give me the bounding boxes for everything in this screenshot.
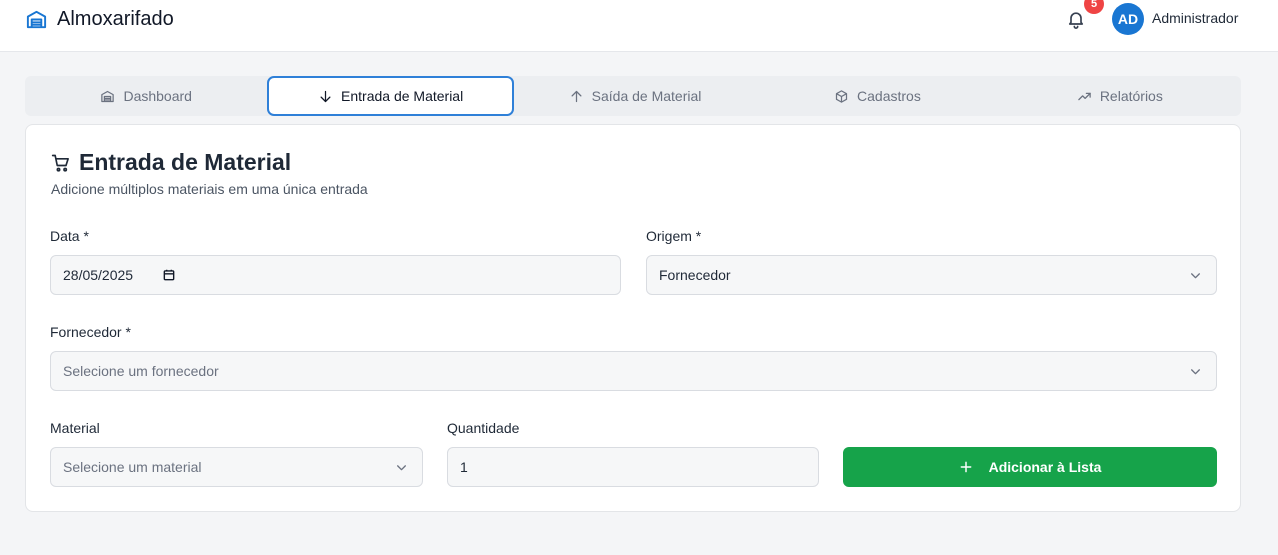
chevron-down-icon — [1191, 273, 1200, 279]
date-field[interactable]: 28/05/2025 — [50, 255, 621, 295]
tab-label: Dashboard — [123, 88, 192, 104]
notification-badge: 5 — [1084, 0, 1104, 14]
user-name[interactable]: Administrador — [1152, 10, 1238, 26]
add-to-list-button[interactable]: Adicionar à Lista — [843, 447, 1217, 487]
shopping-cart-icon — [51, 154, 69, 172]
add-button-label: Adicionar à Lista — [988, 459, 1102, 475]
tab-saida-de-material[interactable]: Saída de Material — [514, 76, 756, 116]
plus-icon — [960, 461, 971, 473]
arrow-up-icon — [571, 90, 582, 102]
tab-entrada-de-material[interactable]: Entrada de Material — [267, 76, 514, 116]
warehouse-icon — [26, 10, 47, 28]
tab-label: Cadastros — [857, 88, 921, 104]
brand[interactable]: Almoxarifado — [25, 7, 174, 31]
data-label: Data * — [50, 228, 89, 244]
quantidade-input[interactable]: 1 — [447, 447, 819, 487]
chevron-down-icon — [1191, 369, 1200, 375]
origem-label: Origem * — [646, 228, 702, 244]
quantidade-value: 1 — [460, 459, 468, 475]
material-select[interactable]: Selecione um material — [50, 447, 423, 487]
calendar-icon[interactable] — [162, 268, 176, 282]
app-title: Almoxarifado — [57, 7, 174, 30]
date-value: 28/05/2025 — [63, 267, 134, 283]
page-title: Entrada de Material — [79, 149, 292, 175]
quantidade-label: Quantidade — [447, 420, 520, 436]
origem-value: Fornecedor — [659, 267, 731, 283]
tab-cadastros[interactable]: Cadastros — [756, 76, 998, 116]
card-header: Entrada de Material — [51, 149, 291, 176]
box-icon — [835, 89, 848, 103]
material-placeholder: Selecione um material — [63, 459, 202, 475]
tab-dashboard[interactable]: Dashboard — [25, 76, 267, 116]
top-bar: Almoxarifado 5 AD Administrador — [0, 0, 1278, 52]
fornecedor-placeholder: Selecione um fornecedor — [63, 363, 219, 379]
entrada-form-card: Entrada de Material Adicione múltiplos m… — [25, 124, 1241, 512]
trending-up-icon — [1078, 92, 1091, 100]
tab-label: Entrada de Material — [341, 88, 464, 104]
tab-label: Relatórios — [1099, 88, 1163, 104]
tab-relatorios[interactable]: Relatórios — [999, 76, 1241, 116]
arrow-down-icon — [320, 90, 331, 102]
chevron-down-icon — [397, 465, 406, 471]
fornecedor-label: Fornecedor * — [50, 324, 131, 340]
fornecedor-select[interactable]: Selecione um fornecedor — [50, 351, 1217, 391]
page-subtitle: Adicione múltiplos materiais em uma únic… — [51, 181, 368, 197]
origem-select[interactable]: Fornecedor — [646, 255, 1217, 295]
warehouse-icon — [101, 90, 115, 102]
tab-label: Saída de Material — [591, 88, 702, 104]
avatar[interactable]: AD — [1112, 3, 1144, 35]
bell-icon[interactable] — [1066, 9, 1086, 29]
tab-bar: Dashboard Entrada de Material Saída de M… — [25, 76, 1241, 116]
material-label: Material — [50, 420, 100, 436]
